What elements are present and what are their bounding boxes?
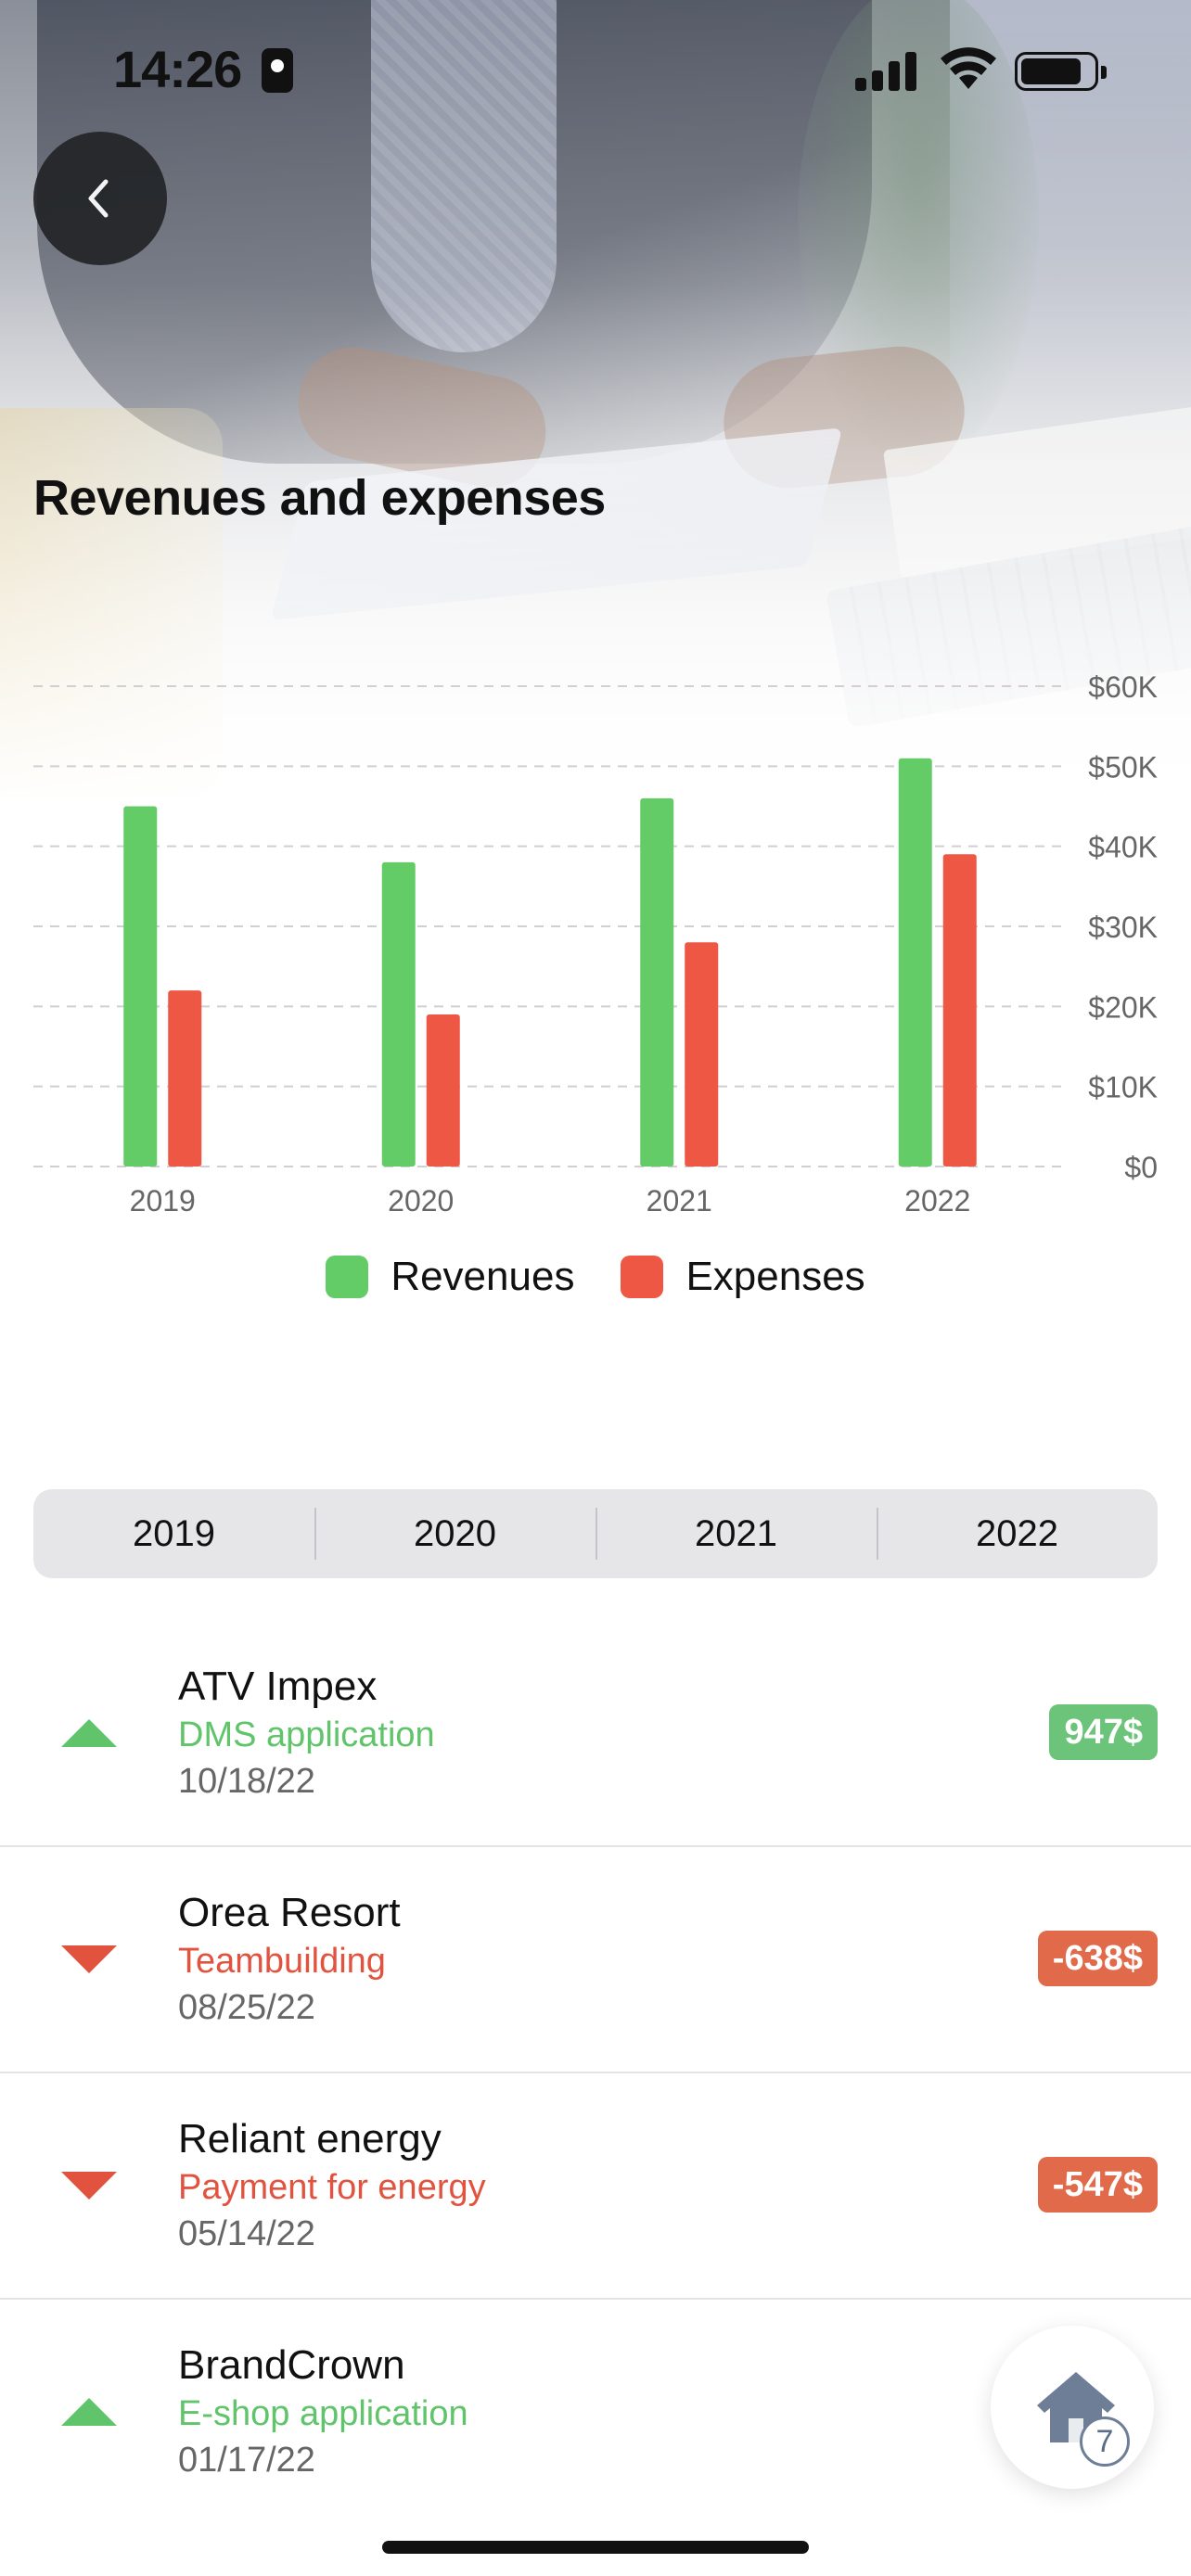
bar-revenues-2022 [898,758,932,1167]
bar-revenues-2019 [123,806,158,1167]
transaction-name: Reliant energy [178,2116,442,2162]
bar-chart-svg: $0 $10K $20K $30K $40K $50K $60K 2019 2020 2021 20… [33,670,1158,1218]
transaction-date: 08/25/22 [178,1988,315,2027]
transaction-name: ATV Impex [178,1664,378,1709]
arrow-up-icon [61,1719,117,1747]
transaction-name: BrandCrown [178,2342,405,2388]
transaction-amount-badge: 947$ [1049,1704,1158,1760]
arrow-up-icon [61,2398,117,2426]
year-segmented-control: 2019 2020 2021 2022 [33,1489,1158,1578]
transaction-date: 05/14/22 [178,2214,315,2253]
year-tab-2021[interactable]: 2021 [596,1489,877,1578]
transaction-description: DMS application [178,1715,435,1754]
bar-revenues-2020 [381,861,416,1167]
home-indicator [382,2541,809,2554]
transaction-amount-badge: -638$ [1037,1931,1158,1986]
x-tick-label: 2020 [388,1184,454,1218]
cellular-signal-icon [855,52,920,91]
transaction-date: 01/17/22 [178,2441,315,2480]
legend-label-expenses: Expenses [685,1254,865,1299]
status-time: 14:26 [113,40,242,98]
transaction-row[interactable]: Reliant energy Payment for energy 05/14/… [0,2073,1191,2300]
legend-item-expenses: Expenses [621,1254,865,1300]
y-tick-label: $50K [1088,750,1158,784]
revenue-expense-chart: $0 $10K $20K $30K $40K $50K $60K 2019 2020 2021 20… [0,640,1191,1233]
x-tick-label: 2019 [130,1184,196,1218]
bar-expenses-2019 [168,990,202,1167]
y-tick-label: $0 [1124,1151,1158,1184]
transaction-row[interactable]: ATV Impex DMS application 10/18/22 947$ [0,1621,1191,1847]
wifi-icon [941,47,996,89]
arrow-down-icon [61,1945,117,1973]
year-tab-2019[interactable]: 2019 [33,1489,314,1578]
y-tick-label: $20K [1088,990,1158,1024]
year-tab-2020[interactable]: 2020 [314,1489,596,1578]
battery-icon [1015,52,1107,91]
home-button[interactable]: 7 [991,2326,1154,2489]
status-bar: 14:26 [0,0,1191,139]
notification-count-badge: 7 [1080,2417,1130,2467]
bar-revenues-2021 [640,797,674,1167]
y-tick-label: $30K [1088,911,1158,944]
y-tick-label: $60K [1088,670,1158,704]
x-tick-label: 2021 [647,1184,712,1218]
transaction-description: Payment for energy [178,2168,486,2207]
transaction-amount-badge: -547$ [1037,2157,1158,2213]
chevron-left-icon [88,179,109,218]
transaction-date: 10/18/22 [178,1762,315,1801]
bar-expenses-2022 [942,854,977,1167]
legend-swatch-expenses [621,1256,664,1298]
bar-expenses-2021 [685,942,719,1167]
x-tick-label: 2022 [904,1184,970,1218]
y-tick-label: $10K [1088,1071,1158,1104]
contact-badge-icon [262,48,293,93]
transaction-name: Orea Resort [178,1890,401,1935]
y-tick-label: $40K [1088,831,1158,864]
legend-item-revenues: Revenues [326,1254,574,1300]
chart-legend: Revenues Expenses [0,1254,1191,1300]
back-button[interactable] [33,132,167,265]
legend-swatch-revenues [326,1256,369,1298]
bar-expenses-2020 [426,1014,460,1167]
arrow-down-icon [61,2172,117,2200]
year-tab-2022[interactable]: 2022 [877,1489,1158,1578]
page-title: Revenues and expenses [33,470,606,526]
transaction-description: E-shop application [178,2394,468,2433]
legend-label-revenues: Revenues [391,1254,575,1299]
screen: 14:26 Revenues and expenses $0 $10K $20K $3… [0,0,1191,2576]
transaction-row[interactable]: Orea Resort Teambuilding 08/25/22 -638$ [0,1847,1191,2073]
transaction-description: Teambuilding [178,1942,386,1981]
